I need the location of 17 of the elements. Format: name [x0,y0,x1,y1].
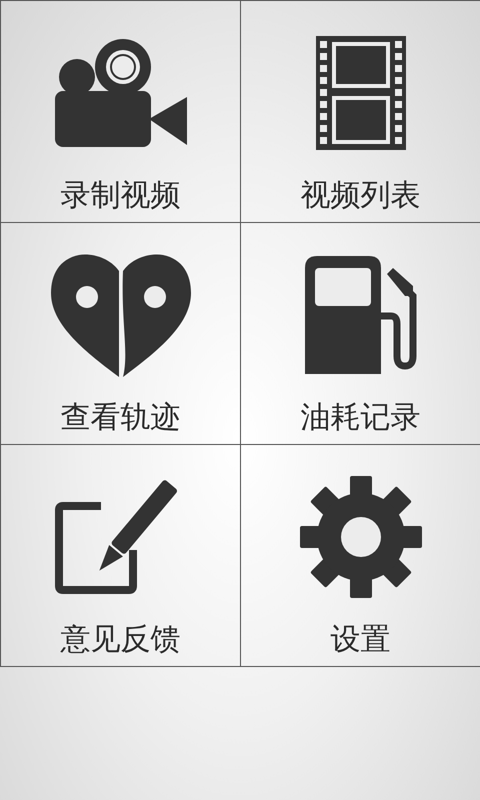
tile-label: 意见反馈 [60,621,180,659]
tile-label: 录制视频 [60,177,180,215]
menu-tile[interactable]: 设置 [241,445,480,667]
heart-icon [50,253,190,377]
menu-tile[interactable]: 油耗记录 [241,223,480,445]
settings-icon [300,476,422,598]
menu-tile[interactable]: 查看轨迹 [1,223,241,445]
menu-tile[interactable]: 意见反馈 [1,445,241,667]
tile-label: 视频列表 [300,177,420,215]
menu-tile[interactable]: 视频列表 [241,1,480,223]
menu-tile[interactable]: 录制视频 [1,1,241,223]
video-camera-icon [54,39,186,147]
tile-label: 查看轨迹 [60,399,180,437]
fuel-pump-icon [304,256,416,374]
film-strip-icon [316,36,406,150]
tile-label: 设置 [330,621,390,659]
tile-label: 油耗记录 [300,399,420,437]
